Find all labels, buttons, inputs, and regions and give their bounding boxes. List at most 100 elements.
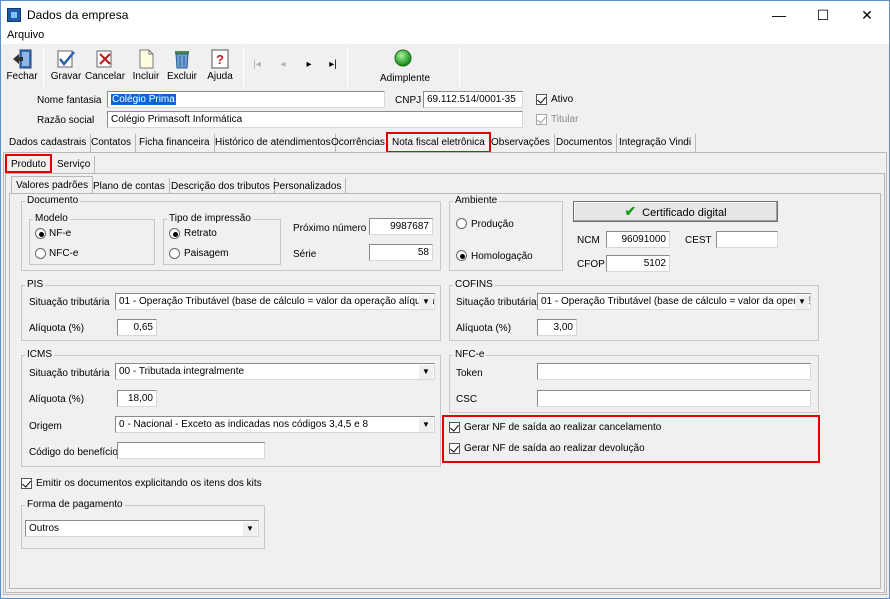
proximo-numero-input[interactable]: 9987687 [369,218,433,235]
ajuda-label: Ajuda [207,71,233,82]
retrato-radio[interactable] [169,228,180,239]
tab-observacoes[interactable]: Observações [487,134,555,152]
app-icon [7,8,21,22]
minimize-icon[interactable]: — [757,1,801,29]
icms-origem-select[interactable]: 0 - Nacional - Exceto as indicadas nos c… [115,416,435,433]
cest-input[interactable] [716,231,778,248]
cnpj-label: CNPJ [395,95,422,106]
modelo-group [29,219,155,265]
tab-dados-cadastrais[interactable]: Dados cadastrais [5,134,92,152]
cofins-situacao-select[interactable]: 01 - Operação Tributável (base de cálcul… [537,293,811,310]
tab-nota-fiscal-eletronica[interactable]: Nota fiscal eletrônica [386,132,491,153]
maximize-icon[interactable]: ☐ [801,1,845,29]
gerar-nf-devolucao-label: Gerar NF de saída ao realizar devolução [464,443,645,454]
nfce-title: NFC-e [453,349,487,361]
icms-beneficio-input[interactable] [117,442,265,459]
fechar-button[interactable]: Fechar [5,47,39,87]
ajuda-button[interactable]: ? Ajuda [203,47,237,87]
ncm-input[interactable]: 96091000 [606,231,670,248]
tab-contatos[interactable]: Contatos [87,134,137,152]
producao-radio[interactable] [456,218,467,229]
chevron-down-icon[interactable]: ▼ [243,522,257,536]
gerar-nf-devolucao-checkbox[interactable] [449,443,460,454]
previous-record-icon[interactable]: ◂ [275,57,291,73]
exit-door-icon [11,49,33,69]
icms-aliquota-input[interactable]: 18,00 [117,390,157,407]
pis-aliquota-input[interactable]: 0,65 [117,319,157,336]
ativo-label: Ativo [551,94,574,105]
chevron-down-icon[interactable]: ▼ [419,295,433,309]
new-document-icon [135,49,157,69]
tab-servico[interactable]: Serviço [53,156,96,174]
tab-ocorrencias[interactable]: Ocorrências [327,134,390,152]
cnpj-input[interactable]: 69.112.514/0001-35 [423,91,523,108]
ativo-checkbox[interactable] [536,94,547,105]
gravar-button[interactable]: Gravar [49,47,83,87]
chevron-down-icon[interactable]: ▼ [795,295,809,309]
retrato-label: Retrato [184,228,217,239]
first-record-icon[interactable]: |◂ [249,57,265,73]
cancelar-button[interactable]: Cancelar [85,47,125,87]
tab-valores-padroes[interactable]: Valores padrões [11,176,94,194]
icms-origem-label: Origem [29,421,62,432]
nome-fantasia-value: Colégio Prima [111,94,176,105]
cancelar-label: Cancelar [85,71,126,82]
icms-situacao-select[interactable]: 00 - Tributada integralmente ▼ [115,363,435,380]
gravar-label: Gravar [50,71,82,82]
cancel-x-icon [94,49,116,69]
excluir-button[interactable]: Excluir [165,47,199,87]
toolbar-separator [243,47,244,87]
cfop-input[interactable]: 5102 [606,255,670,272]
cofins-aliquota-input[interactable]: 3,00 [537,319,577,336]
trash-icon [171,49,193,69]
pis-situacao-select[interactable]: 01 - Operação Tributável (base de cálcul… [115,293,435,310]
icms-beneficio-label: Código do benefício [29,447,118,458]
icms-origem-value: 0 - Nacional - Exceto as indicadas nos c… [119,419,369,430]
window-title: Dados da empresa [27,8,129,22]
tab-ficha-financeira[interactable]: Ficha financeira [135,134,215,152]
token-input[interactable] [537,363,811,380]
last-record-icon[interactable]: ▸| [325,57,341,73]
next-record-icon[interactable]: ▸ [301,57,317,73]
paisagem-radio[interactable] [169,248,180,259]
forma-pagamento-select[interactable]: Outros ▼ [25,520,259,537]
certificado-digital-label: Certificado digital [642,207,727,219]
csc-input[interactable] [537,390,811,407]
homologacao-radio[interactable] [456,250,467,261]
close-icon[interactable]: ✕ [845,1,889,29]
certificado-digital-button[interactable]: ✔ Certificado digital [573,201,778,222]
razao-social-input[interactable]: Colégio Primasoft Informática [107,111,523,128]
cofins-title: COFINS [453,279,495,291]
icms-aliquota-label: Alíquota (%) [29,394,85,405]
tab-historico-atendimentos[interactable]: Histórico de atendimentos [211,134,336,152]
ambiente-title: Ambiente [453,195,500,207]
gerar-nf-cancelamento-checkbox[interactable] [449,422,460,433]
chevron-down-icon[interactable]: ▼ [419,418,433,432]
incluir-button[interactable]: Incluir [129,47,163,87]
gerar-nf-cancelamento-label: Gerar NF de saída ao realizar cancelamen… [464,422,662,433]
proximo-numero-label: Próximo número [293,223,367,234]
titular-label: Titular [551,114,579,125]
svg-text:?: ? [216,52,224,67]
emitir-kits-checkbox[interactable] [21,478,32,489]
emitir-kits-label: Emitir os documentos explicitando os ite… [36,478,262,489]
serie-input[interactable]: 58 [369,244,433,261]
modelo-nfce-radio[interactable] [35,248,46,259]
menu-arquivo[interactable]: Arquivo [7,29,44,41]
chevron-down-icon[interactable]: ▼ [419,365,433,379]
pis-situacao-value: 01 - Operação Tributável (base de cálcul… [119,296,435,307]
cofins-situacao-value: 01 - Operação Tributável (base de cálcul… [541,296,811,307]
tab-integracao-vindi[interactable]: Integração Vindi [615,134,697,152]
cest-label: CEST [685,235,712,246]
cofins-aliquota-label: Alíquota (%) [456,323,512,334]
green-check-icon: ✔ [624,203,637,219]
forma-pagamento-title: Forma de pagamento [25,499,125,511]
nome-fantasia-input[interactable]: Colégio Prima [107,91,385,108]
token-label: Token [456,368,483,379]
ncm-label: NCM [577,235,600,246]
titular-checkbox[interactable] [536,114,547,125]
modelo-nfe-radio[interactable] [35,228,46,239]
tab-produto[interactable]: Produto [5,154,53,173]
tab-documentos[interactable]: Documentos [552,134,618,152]
help-icon: ? [209,49,231,69]
